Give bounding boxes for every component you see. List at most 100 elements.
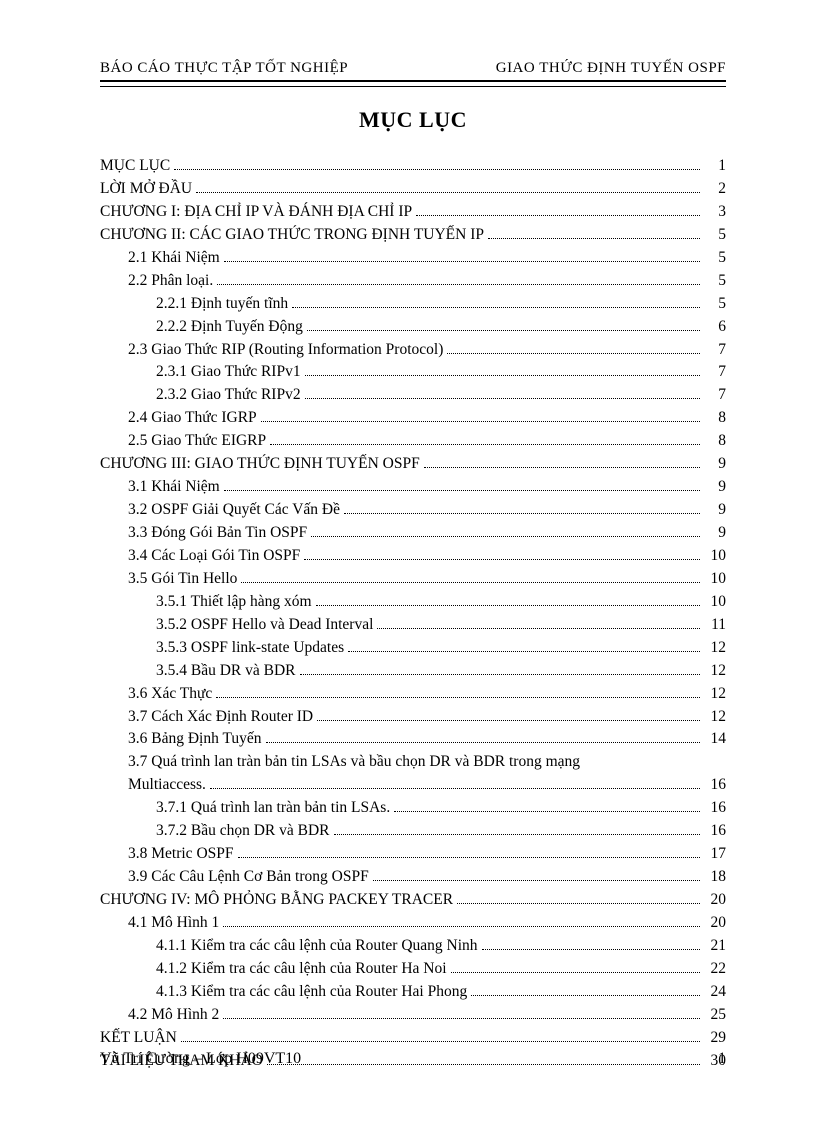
toc-label: 3.6 Xác Thực xyxy=(128,683,212,706)
toc-label: 3.3 Đóng Gói Bản Tin OSPF xyxy=(128,522,307,545)
toc-entry: 3.5.2 OSPF Hello và Dead Interval 11 xyxy=(100,614,726,637)
toc-label: 3.1 Khái Niệm xyxy=(128,476,220,499)
toc-entry: 3.7.1 Quá trình lan tràn bản tin LSAs.16 xyxy=(100,797,726,820)
toc-page-number: 17 xyxy=(704,843,726,866)
document-page: BÁO CÁO THỰC TẬP TỐT NGHIỆP GIAO THỨC ĐỊ… xyxy=(0,0,816,1123)
toc-page-number: 10 xyxy=(704,591,726,614)
toc-label: 3.5.1 Thiết lập hàng xóm xyxy=(156,591,312,614)
toc-entry: 3.1 Khái Niệm 9 xyxy=(100,476,726,499)
toc-entry: 3.5.3 OSPF link-state Updates12 xyxy=(100,637,726,660)
toc-label: 3.5.2 OSPF Hello và Dead Interval xyxy=(156,614,373,637)
toc-label: 3.9 Các Câu Lệnh Cơ Bản trong OSPF xyxy=(128,866,369,889)
toc-entry: 3.5 Gói Tin Hello10 xyxy=(100,568,726,591)
toc-label: 2.3.2 Giao Thức RIPv2 xyxy=(156,384,301,407)
toc-label: CHƯƠNG II: CÁC GIAO THỨC TRONG ĐỊNH TUYẾ… xyxy=(100,224,484,247)
toc-leader-dots xyxy=(181,1041,700,1042)
toc-page-number: 11 xyxy=(704,614,726,637)
toc-label: Multiaccess. xyxy=(128,774,206,797)
toc-page-number: 10 xyxy=(704,545,726,568)
toc-entry: 4.1.1 Kiểm tra các câu lệnh của Router Q… xyxy=(100,935,726,958)
toc-page-number: 7 xyxy=(704,384,726,407)
toc-leader-dots xyxy=(292,307,700,308)
toc-leader-dots xyxy=(307,330,700,331)
page-title: MỤC LỤC xyxy=(100,107,726,133)
toc-entry: 2.3.2 Giao Thức RIPv2 7 xyxy=(100,384,726,407)
footer-author: Vũ Trí Cường – Lớp H09VT10 xyxy=(100,1050,301,1068)
toc-leader-dots xyxy=(266,742,701,743)
toc-label: 4.2 Mô Hình 2 xyxy=(128,1004,219,1027)
toc-leader-dots xyxy=(241,582,700,583)
toc-entry: 2.5 Giao Thức EIGRP 8 xyxy=(100,430,726,453)
toc-page-number: 9 xyxy=(704,522,726,545)
toc-page-number: 8 xyxy=(704,430,726,453)
toc-entry: 2.2.1 Định tuyến tĩnh5 xyxy=(100,293,726,316)
toc-page-number: 21 xyxy=(704,935,726,958)
toc-label: MỤC LỤC xyxy=(100,155,170,178)
toc-label: 2.2 Phân loại. xyxy=(128,270,213,293)
toc-label: 2.3 Giao Thức RIP (Routing Information P… xyxy=(128,339,443,362)
toc-label: 2.5 Giao Thức EIGRP xyxy=(128,430,266,453)
toc-leader-dots xyxy=(488,238,700,239)
toc-leader-dots xyxy=(238,857,701,858)
toc-leader-dots xyxy=(373,880,700,881)
toc-entry: 3.7 Cách Xác Định Router ID12 xyxy=(100,706,726,729)
toc-leader-dots xyxy=(377,628,700,629)
toc-leader-dots xyxy=(317,720,700,721)
toc-entry: 3.6 Bảng Định Tuyến14 xyxy=(100,728,726,751)
toc-page-number: 9 xyxy=(704,499,726,522)
toc-page-number: 9 xyxy=(704,476,726,499)
toc-label: CHƯƠNG IV: MÔ PHỎNG BẰNG PACKEY TRACER xyxy=(100,889,453,912)
toc-page-number: 7 xyxy=(704,339,726,362)
toc-entry: 3.5.4 Bầu DR và BDR 12 xyxy=(100,660,726,683)
toc-page-number: 12 xyxy=(704,706,726,729)
toc-page-number: 10 xyxy=(704,568,726,591)
toc-leader-dots xyxy=(223,1018,700,1019)
toc-label: 2.2.2 Định Tuyến Động xyxy=(156,316,303,339)
toc-label: 4.1.2 Kiểm tra các câu lệnh của Router H… xyxy=(156,958,447,981)
toc-leader-dots xyxy=(224,490,700,491)
toc-label: 3.2 OSPF Giải Quyết Các Vấn Đề xyxy=(128,499,340,522)
toc-leader-dots xyxy=(210,788,700,789)
toc-page-number: 24 xyxy=(704,981,726,1004)
toc-leader-dots xyxy=(311,536,700,537)
toc-entry: LỜI MỞ ĐẦU2 xyxy=(100,178,726,201)
toc-label: 2.4 Giao Thức IGRP xyxy=(128,407,257,430)
toc-label: 2.1 Khái Niệm xyxy=(128,247,220,270)
toc-page-number: 5 xyxy=(704,270,726,293)
toc-leader-dots xyxy=(471,995,700,996)
toc-entry: CHƯƠNG IV: MÔ PHỎNG BẰNG PACKEY TRACER20 xyxy=(100,889,726,912)
toc-entry: 2.2 Phân loại. 5 xyxy=(100,270,726,293)
toc-entry: 4.2 Mô Hình 225 xyxy=(100,1004,726,1027)
toc-leader-dots xyxy=(300,674,701,675)
toc-leader-dots xyxy=(261,421,700,422)
toc-entry: 3.7 Quá trình lan tràn bản tin LSAs và b… xyxy=(100,751,726,774)
toc-page-number: 20 xyxy=(704,912,726,935)
toc-entry: 4.1.2 Kiểm tra các câu lệnh của Router H… xyxy=(100,958,726,981)
toc-label: 3.5.4 Bầu DR và BDR xyxy=(156,660,296,683)
toc-page-number: 12 xyxy=(704,660,726,683)
toc-page-number: 7 xyxy=(704,361,726,384)
toc-entry: 3.4 Các Loại Gói Tin OSPF 10 xyxy=(100,545,726,568)
toc-page-number: 18 xyxy=(704,866,726,889)
page-header: BÁO CÁO THỰC TẬP TỐT NGHIỆP GIAO THỨC ĐỊ… xyxy=(100,60,726,77)
toc-entry: KẾT LUẬN29 xyxy=(100,1027,726,1050)
toc-entry: 2.4 Giao Thức IGRP8 xyxy=(100,407,726,430)
toc-label: 2.3.1 Giao Thức RIPv1 xyxy=(156,361,301,384)
toc-label: 3.7.2 Bầu chọn DR và BDR xyxy=(156,820,330,843)
toc-label: 3.8 Metric OSPF xyxy=(128,843,234,866)
toc-entry: 2.3.1 Giao Thức RIPv1 7 xyxy=(100,361,726,384)
toc-page-number: 16 xyxy=(704,774,726,797)
toc-entry: CHƯƠNG I: ĐỊA CHỈ IP VÀ ĐÁNH ĐỊA CHỈ IP3 xyxy=(100,201,726,224)
toc-entry: MỤC LỤC1 xyxy=(100,155,726,178)
page-footer: Vũ Trí Cường – Lớp H09VT10 1 xyxy=(100,1050,726,1068)
toc-leader-dots xyxy=(482,949,700,950)
toc-label: 3.7 Quá trình lan tràn bản tin LSAs và b… xyxy=(128,751,580,774)
toc-label: 3.4 Các Loại Gói Tin OSPF xyxy=(128,545,300,568)
toc-label: 3.6 Bảng Định Tuyến xyxy=(128,728,262,751)
toc-leader-dots xyxy=(305,375,700,376)
toc-entry: 3.9 Các Câu Lệnh Cơ Bản trong OSPF 18 xyxy=(100,866,726,889)
toc-label: CHƯƠNG III: GIAO THỨC ĐỊNH TUYẾN OSPF xyxy=(100,453,420,476)
toc-leader-dots xyxy=(316,605,700,606)
toc-page-number: 5 xyxy=(704,247,726,270)
toc-page-number: 12 xyxy=(704,683,726,706)
